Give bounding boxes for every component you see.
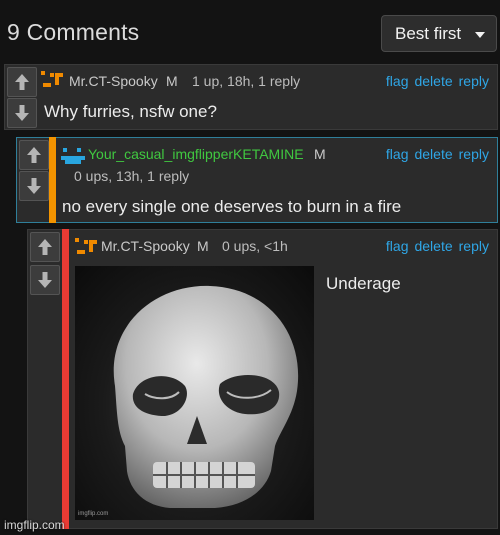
imgflip-watermark: imgflip.com <box>4 518 65 532</box>
thread-indicator-bar <box>49 137 56 223</box>
comment-username[interactable]: Mr.CT-Spooky <box>101 238 190 254</box>
flag-link[interactable]: flag <box>386 146 409 162</box>
sort-dropdown-label: Best first <box>395 24 462 43</box>
user-avatar-icon[interactable] <box>75 238 99 256</box>
downvote-button[interactable] <box>30 265 60 295</box>
reply-link[interactable]: reply <box>459 73 489 89</box>
comment-username[interactable]: Your_casual_imgflipperKETAMINE <box>88 146 304 162</box>
delete-link[interactable]: delete <box>414 146 452 162</box>
mod-badge: M <box>197 238 209 254</box>
delete-link[interactable]: delete <box>414 73 452 89</box>
upvote-button[interactable] <box>19 140 49 170</box>
sort-dropdown[interactable]: Best first <box>381 15 497 52</box>
flag-link[interactable]: flag <box>386 73 409 89</box>
skull-image[interactable]: imgflip.com <box>75 266 314 520</box>
arrow-down-icon <box>15 105 29 121</box>
upvote-button[interactable] <box>7 67 37 97</box>
user-avatar-icon[interactable] <box>61 146 85 164</box>
comment-actions: flag delete reply <box>380 73 489 89</box>
comment-meta: 0 ups, 13h, 1 reply <box>74 168 190 184</box>
comment-text: Underage <box>326 274 401 293</box>
reply-link[interactable]: reply <box>459 146 489 162</box>
flag-link[interactable]: flag <box>386 238 409 254</box>
arrow-down-icon <box>27 178 41 194</box>
delete-link[interactable]: delete <box>414 238 452 254</box>
comment-text: no every single one deserves to burn in … <box>62 197 402 216</box>
comments-count-title: 9 Comments <box>7 19 140 45</box>
comment-actions: flag delete reply <box>380 238 489 254</box>
comment-username[interactable]: Mr.CT-Spooky <box>69 73 158 89</box>
comment-actions: flag delete reply <box>380 146 489 162</box>
comment: Mr.CT-Spooky M 0 ups, <1h flag delete repl… <box>27 229 498 529</box>
downvote-button[interactable] <box>7 98 37 128</box>
downvote-button[interactable] <box>19 171 49 201</box>
comment-meta: 0 ups, <1h <box>222 238 288 254</box>
arrow-up-icon <box>27 147 41 163</box>
comment-text: Why furries, nsfw one? <box>44 102 217 121</box>
comment-meta: 1 up, 18h, 1 reply <box>192 73 301 89</box>
comments-header: 9 Comments Best first <box>0 0 500 62</box>
reply-link[interactable]: reply <box>459 238 489 254</box>
mod-badge: M <box>166 73 178 89</box>
arrow-up-icon <box>15 74 29 90</box>
mod-badge: M <box>314 146 326 162</box>
skull-illustration <box>113 285 299 508</box>
comment: Mr.CT-Spooky M 1 up, 18h, 1 reply flag de… <box>4 64 498 130</box>
user-avatar-icon[interactable] <box>41 71 65 89</box>
upvote-button[interactable] <box>30 232 60 262</box>
thread-indicator-bar <box>62 229 69 529</box>
caret-down-icon <box>475 32 485 38</box>
arrow-up-icon <box>38 239 52 255</box>
image-watermark: imgflip.com <box>78 511 109 517</box>
comment: Your_casual_imgflipperKETAMINE M flag del… <box>16 137 498 223</box>
arrow-down-icon <box>38 272 52 288</box>
